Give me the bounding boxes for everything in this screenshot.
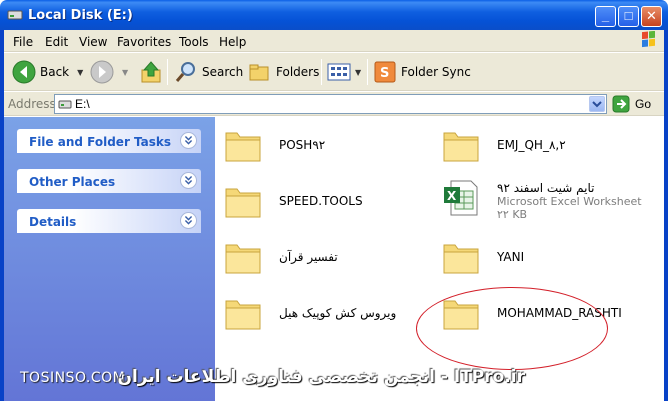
- folder-icon: [443, 244, 479, 274]
- svg-text:X: X: [447, 189, 457, 203]
- back-arrow-icon: [12, 60, 36, 84]
- folder-sync-button[interactable]: S Folder Sync: [374, 59, 471, 85]
- window-title: Local Disk (E:): [28, 8, 133, 23]
- address-input[interactable]: E:\: [54, 94, 607, 114]
- local-disk-icon: [7, 10, 23, 20]
- forward-dropdown-icon[interactable]: ▼: [122, 68, 128, 77]
- close-button[interactable]: ✕: [641, 6, 662, 27]
- svg-text:S: S: [380, 66, 389, 81]
- title-bar[interactable]: Local Disk (E:) _ □ ✕: [0, 0, 668, 30]
- address-bar: Address E:\ Go: [4, 92, 664, 116]
- window-frame-right: [664, 30, 668, 401]
- folders-label: Folders: [276, 65, 320, 79]
- toolbar: Back ▼ ▼ Search Folders ▼ S Folder Sync: [4, 53, 664, 91]
- search-label: Search: [202, 65, 244, 79]
- item-size: ۲۲ KB: [497, 208, 528, 221]
- search-button[interactable]: Search: [174, 59, 243, 85]
- toolbar-separator: [167, 59, 168, 85]
- menu-help[interactable]: Help: [219, 35, 246, 49]
- go-button[interactable]: Go: [612, 95, 651, 113]
- toolbar-separator: [367, 59, 368, 85]
- drive-icon: [58, 100, 72, 109]
- views-button[interactable]: ▼: [327, 59, 361, 85]
- folders-button[interactable]: Folders: [248, 59, 319, 85]
- minimize-button[interactable]: _: [595, 6, 616, 27]
- task-pane: File and Folder Tasks Other Places Detai…: [4, 117, 215, 401]
- address-label: Address: [8, 97, 56, 111]
- menu-tools[interactable]: Tools: [179, 35, 209, 49]
- address-value: E:\: [75, 97, 90, 111]
- views-icon: [327, 63, 351, 81]
- views-dropdown-icon[interactable]: ▼: [355, 68, 361, 77]
- up-folder-icon: [141, 61, 161, 83]
- forward-button[interactable]: ▼: [90, 59, 128, 85]
- address-dropdown-button[interactable]: [589, 96, 605, 112]
- excel-file-icon: X: [444, 180, 478, 216]
- item-name: POSH۹۲: [279, 138, 326, 152]
- windows-logo-icon: [642, 31, 655, 48]
- folder-icon: [443, 132, 479, 162]
- back-label: Back: [40, 65, 70, 79]
- highlight-ellipse: [416, 287, 608, 370]
- panel-file-and-folder-tasks[interactable]: File and Folder Tasks: [17, 129, 201, 153]
- chevron-double-down-icon[interactable]: [180, 132, 197, 149]
- folder-icon: [225, 244, 261, 274]
- chevron-double-down-icon[interactable]: [180, 212, 197, 229]
- panel-details[interactable]: Details: [17, 209, 201, 233]
- chevron-double-down-icon[interactable]: [180, 172, 197, 189]
- item-name: SPEED.TOOLS: [279, 194, 363, 208]
- back-dropdown-icon[interactable]: ▼: [77, 68, 83, 77]
- toolbar-separator: [321, 59, 322, 85]
- item-name: YANI: [497, 250, 525, 264]
- chevron-down-icon: [592, 101, 602, 108]
- folder-icon: [225, 132, 261, 162]
- go-label: Go: [635, 97, 652, 111]
- menu-file[interactable]: File: [13, 35, 33, 49]
- panel-title: Other Places: [29, 175, 116, 189]
- search-icon: [175, 62, 195, 82]
- folder-sync-label: Folder Sync: [401, 65, 471, 79]
- panel-other-places[interactable]: Other Places: [17, 169, 201, 193]
- watermark-left: TOSINSO.COM: [20, 370, 126, 386]
- maximize-button[interactable]: □: [618, 6, 639, 27]
- item-name: تفسیر قرآن: [279, 250, 338, 264]
- watermark-right: ITPro.ir - انجمن تخصصی فناوری اطلاعات ای…: [117, 367, 525, 387]
- item-type: Microsoft Excel Worksheet: [497, 195, 642, 208]
- menu-view[interactable]: View: [79, 35, 107, 49]
- menu-edit[interactable]: Edit: [45, 35, 68, 49]
- panel-title: Details: [29, 215, 77, 229]
- go-arrow-icon: [612, 95, 630, 113]
- forward-arrow-icon: [90, 60, 114, 84]
- file-list: POSH۹۲ EMJ_QH_۸,۲ SPEED.TOOLS X تایم شیت…: [215, 117, 664, 401]
- item-name: تایم شیت اسفند ۹۲: [497, 181, 595, 195]
- item-name: ویروس کش کوپیک هیل: [279, 306, 397, 320]
- back-button[interactable]: Back ▼: [12, 59, 83, 85]
- menu-bar: File Edit View Favorites Tools Help: [4, 30, 664, 52]
- up-folder-button[interactable]: [140, 59, 162, 85]
- panel-title: File and Folder Tasks: [29, 135, 172, 149]
- folder-icon: [225, 188, 261, 218]
- folder-icon: [225, 300, 261, 330]
- menu-favorites[interactable]: Favorites: [117, 35, 171, 49]
- item-name: EMJ_QH_۸,۲: [497, 138, 566, 152]
- folder-sync-icon: S: [374, 61, 396, 83]
- folders-icon: [249, 64, 269, 81]
